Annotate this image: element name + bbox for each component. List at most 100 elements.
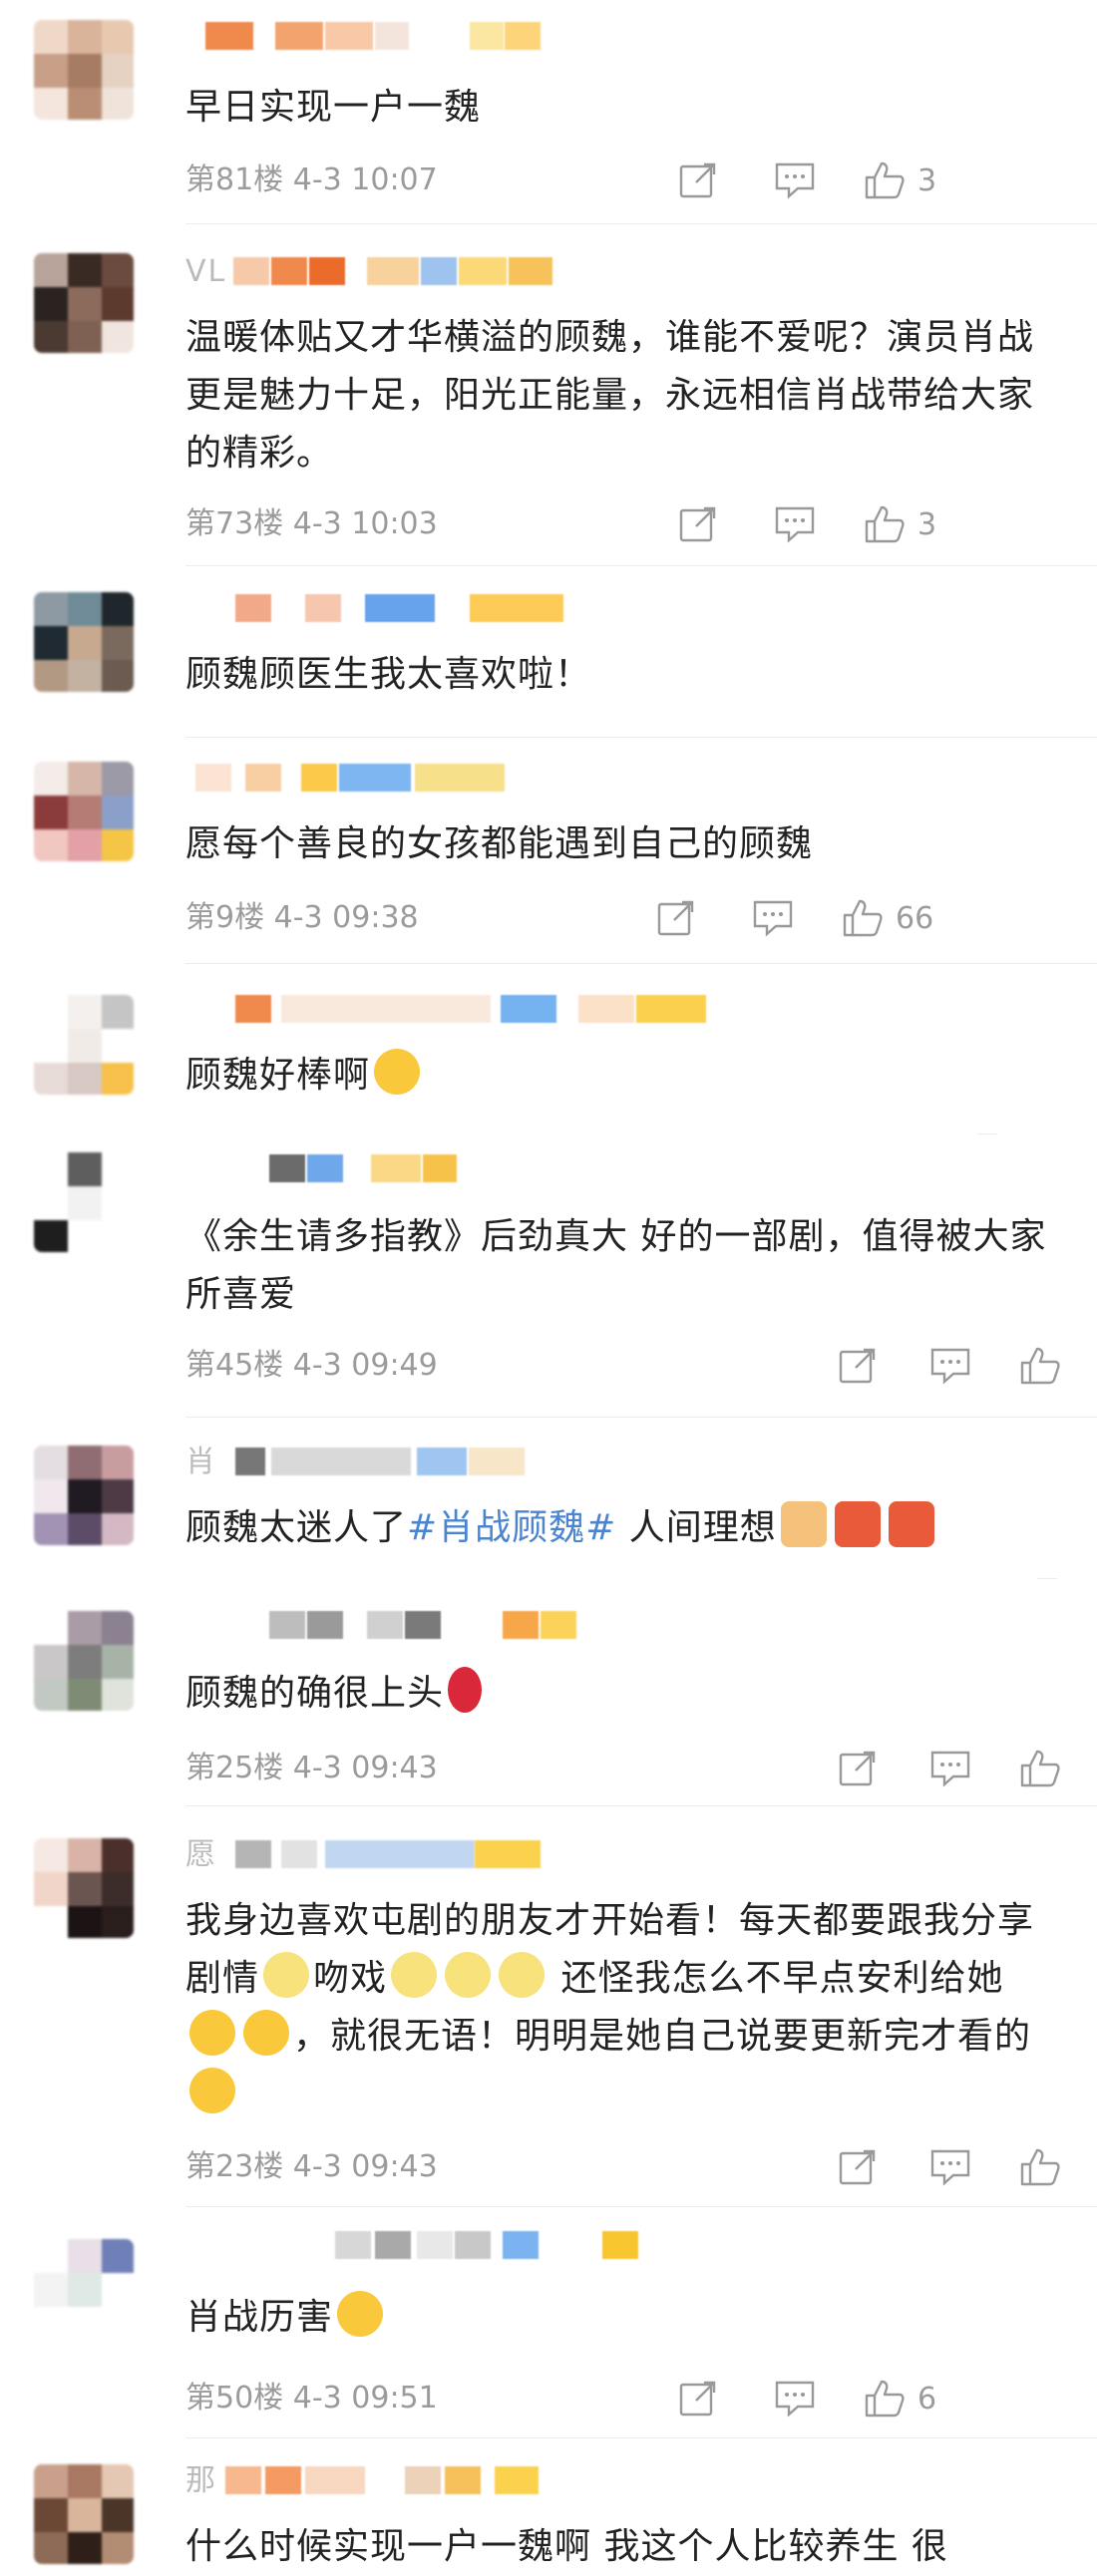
action-bar: 3: [678, 502, 1097, 546]
action-bar: [678, 1747, 1097, 1790]
like-button[interactable]: [1019, 2145, 1061, 2189]
comment-time: 4-3 09:43: [292, 1751, 438, 1785]
username-prefix: 那: [185, 2463, 217, 2498]
comment-time: 4-3 09:51: [292, 2381, 438, 2415]
laughing-emoji-icon: [189, 2068, 235, 2113]
share-icon: [839, 1348, 876, 1384]
share-button[interactable]: [678, 502, 718, 546]
reply-button[interactable]: [774, 502, 816, 546]
username-prefix: 肖: [185, 1445, 217, 1479]
username[interactable]: 愿: [185, 1838, 604, 1872]
avatar[interactable]: [34, 1152, 134, 1252]
avatar[interactable]: [34, 762, 134, 861]
reply-button[interactable]: [774, 2377, 816, 2420]
avatar[interactable]: [34, 1446, 134, 1545]
comment-item: 顾魏好棒啊: [0, 965, 1097, 1134]
username[interactable]: [185, 1609, 604, 1643]
username[interactable]: [185, 20, 604, 54]
username[interactable]: 肖: [185, 1446, 604, 1479]
thumbs-up-icon: [843, 899, 883, 937]
comment-text: 什么时候实现一户一魏啊 我这个人比较养生 很: [185, 2526, 948, 2567]
username[interactable]: [185, 1152, 604, 1186]
divider: [185, 2437, 1097, 2438]
thumbs-up-icon: [865, 2380, 905, 2417]
comment-text: 温暖体贴又才华横溢的顾魏，谁能不爱呢？演员肖战更是魅力十足，阳光正能量，永远相信…: [185, 317, 1035, 474]
comment-item: 肖战历害 第50楼 4-3 09:51 6: [0, 2209, 1097, 2438]
username[interactable]: [185, 592, 604, 626]
rose-emoji-icon: [448, 1667, 483, 1713]
action-bar: [678, 2145, 1097, 2189]
like-button[interactable]: 6: [864, 2377, 936, 2420]
like-button[interactable]: 3: [864, 159, 936, 202]
comment-meta: 第73楼 4-3 10:03: [185, 504, 438, 544]
share-button[interactable]: [838, 1747, 878, 1790]
share-icon: [679, 2381, 716, 2416]
like-button[interactable]: [1019, 1747, 1061, 1790]
share-icon: [839, 1751, 876, 1786]
praise-sticker-icon: [888, 1501, 934, 1547]
thumbs-up-icon: [1020, 1750, 1060, 1787]
reply-button[interactable]: [752, 896, 794, 940]
comment-item: 早日实现一户一魏 第81楼 4-3 10:07 3: [0, 0, 1097, 224]
hashtag-link[interactable]: #肖战顾魏#: [407, 1507, 616, 1548]
comment-meta: 第81楼 4-3 10:07: [185, 161, 438, 200]
share-button[interactable]: [838, 2145, 878, 2189]
comment-text: 顾魏的确很上头: [185, 1665, 1063, 1723]
avatar[interactable]: [34, 2464, 134, 2564]
reply-button[interactable]: [929, 2145, 971, 2189]
grinning-emoji-icon: [337, 2291, 384, 2337]
comment-text-content: 肖战历害: [185, 2297, 334, 2338]
comment-item: VL 温暖体贴又才华横溢的顾魏，谁能不爱呢？演员肖战更是魅力十足，阳光正能量，永…: [0, 225, 1097, 566]
comment-icon: [753, 900, 793, 937]
username[interactable]: 那: [185, 2464, 644, 2498]
comment-time: 4-3 09:38: [273, 900, 419, 935]
avatar[interactable]: [34, 2239, 134, 2339]
avatar[interactable]: [34, 995, 134, 1095]
comment-meta: 第9楼 4-3 09:38: [185, 898, 419, 938]
divider: [185, 1417, 1097, 1418]
avatar[interactable]: [34, 1611, 134, 1711]
avatar[interactable]: [34, 1838, 134, 1938]
share-icon: [679, 506, 716, 542]
reply-button[interactable]: [929, 1747, 971, 1790]
thumbs-up-icon: [1020, 2148, 1060, 2186]
comment-text: 《余生请多指教》后劲真大 好的一部剧，值得被大家所喜爱: [185, 1216, 1047, 1315]
laughing-emoji-icon: [189, 2010, 235, 2056]
username[interactable]: [185, 2229, 644, 2263]
share-button[interactable]: [838, 1344, 878, 1388]
like-button[interactable]: 66: [842, 896, 933, 940]
floor-number: 第25楼: [185, 1751, 284, 1785]
comment-item: 愿每个善良的女孩都能遇到自己的顾魏 第9楼 4-3 09:38 66: [0, 740, 1097, 964]
crying-lemon-emoji-icon: [263, 1952, 310, 1998]
avatar[interactable]: [34, 20, 134, 120]
thumbs-up-icon: [865, 161, 905, 199]
floor-number: 第50楼: [185, 2381, 284, 2415]
reply-button[interactable]: [929, 1344, 971, 1388]
username[interactable]: [185, 762, 604, 796]
comment-text: 愿每个善良的女孩都能遇到自己的顾魏: [185, 823, 814, 864]
divider: [185, 1805, 1097, 1806]
avatar[interactable]: [34, 592, 134, 692]
comment-meta: 第23楼 4-3 09:43: [185, 2147, 438, 2187]
action-bar: 3: [678, 159, 1097, 202]
comment-icon: [930, 1751, 970, 1787]
avatar[interactable]: [34, 253, 134, 353]
thumbs-up-emoji-icon: [780, 1501, 827, 1547]
comment-item: 愿 我身边喜欢屯剧的朋友才开始看！每天都要跟我分享剧情 吻戏 还怪我怎么不早点安利…: [0, 1808, 1097, 2207]
comment-item: 那 什么时候实现一户一魏啊 我这个人比较养生 很: [0, 2440, 1097, 2568]
like-button[interactable]: 3: [864, 502, 936, 546]
hugging-emoji-icon: [374, 1049, 421, 1095]
username[interactable]: VL: [185, 255, 604, 289]
action-bar: [678, 1344, 1097, 1388]
username[interactable]: [185, 993, 744, 1027]
share-icon: [679, 162, 716, 198]
share-button[interactable]: [678, 2377, 718, 2420]
reply-button[interactable]: [774, 159, 816, 202]
like-button[interactable]: [1019, 1344, 1061, 1388]
comment-text: 我身边喜欢屯剧的朋友才开始看！每天都要跟我分享剧情 吻戏 还怪我怎么不早点安利给她…: [185, 1892, 1043, 2123]
share-icon: [657, 900, 694, 936]
share-button[interactable]: [678, 159, 718, 202]
like-count: 3: [917, 162, 937, 198]
comment-item: 肖 顾魏太迷人了#肖战顾魏# 人间理想: [0, 1420, 1097, 1579]
share-button[interactable]: [656, 896, 696, 940]
